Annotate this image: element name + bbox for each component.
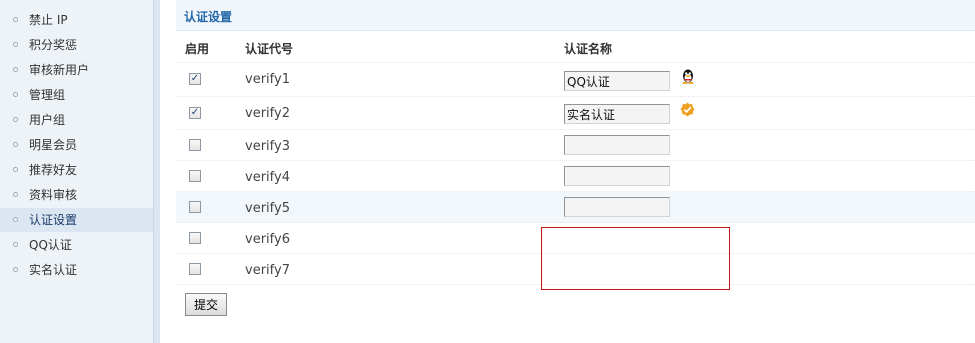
sidebar: 禁止 IP 积分奖惩 审核新用户 管理组 用户组 明星会员 推荐好友 资料审核 … bbox=[0, 0, 153, 343]
section-title: 认证设置 bbox=[184, 10, 233, 24]
enable-checkbox[interactable] bbox=[189, 232, 201, 244]
sidebar-item-label: 实名认证 bbox=[29, 263, 78, 277]
sidebar-item-ban-ip[interactable]: 禁止 IP bbox=[0, 8, 153, 32]
bullet-icon bbox=[13, 17, 18, 22]
enable-checkbox[interactable] bbox=[189, 170, 201, 182]
enable-checkbox[interactable]: ✓ bbox=[189, 73, 201, 85]
sidebar-item-label: 禁止 IP bbox=[29, 13, 68, 27]
bullet-icon bbox=[13, 217, 18, 222]
bullet-icon bbox=[13, 242, 18, 247]
sidebar-item-label: 资料审核 bbox=[29, 188, 78, 202]
sidebar-item-label: QQ认证 bbox=[29, 238, 72, 252]
sidebar-item-qq-verify[interactable]: QQ认证 bbox=[0, 233, 153, 257]
sidebar-item-label: 用户组 bbox=[29, 113, 66, 127]
sidebar-item-review-users[interactable]: 审核新用户 bbox=[0, 58, 153, 82]
bullet-icon bbox=[13, 167, 18, 172]
bullet-icon bbox=[13, 67, 18, 72]
verify-code: verify4 bbox=[245, 170, 290, 185]
verify-code: verify7 bbox=[245, 263, 290, 278]
verify-code: verify5 bbox=[245, 201, 290, 216]
enable-checkbox[interactable] bbox=[189, 201, 201, 213]
sidebar-item-admin-groups[interactable]: 管理组 bbox=[0, 83, 153, 107]
section-header: 认证设置 bbox=[176, 0, 975, 31]
verify-code: verify6 bbox=[245, 232, 290, 247]
qq-penguin-icon bbox=[680, 68, 696, 87]
submit-button[interactable]: 提交 bbox=[185, 293, 227, 316]
verify-code: verify3 bbox=[245, 139, 290, 154]
bullet-icon bbox=[13, 192, 18, 197]
verify-name-input[interactable] bbox=[564, 166, 670, 186]
bullet-icon bbox=[13, 267, 18, 272]
verify-name-input[interactable] bbox=[564, 135, 670, 155]
sidebar-item-user-groups[interactable]: 用户组 bbox=[0, 108, 153, 132]
table-header-row bbox=[176, 32, 975, 63]
bullet-icon bbox=[13, 117, 18, 122]
sidebar-item-label: 明星会员 bbox=[29, 138, 78, 152]
sidebar-item-referrals[interactable]: 推荐好友 bbox=[0, 158, 153, 182]
verify-name-input[interactable] bbox=[564, 104, 670, 124]
sidebar-item-label: 积分奖惩 bbox=[29, 38, 78, 52]
enable-checkbox[interactable] bbox=[189, 139, 201, 151]
sidebar-item-label: 推荐好友 bbox=[29, 163, 78, 177]
sidebar-item-star-members[interactable]: 明星会员 bbox=[0, 133, 153, 157]
bullet-icon bbox=[13, 142, 18, 147]
verify-name-input[interactable] bbox=[564, 71, 670, 91]
sidebar-item-profile-review[interactable]: 资料审核 bbox=[0, 183, 153, 207]
enable-checkbox[interactable] bbox=[189, 263, 201, 275]
bullet-icon bbox=[13, 92, 18, 97]
sidebar-item-realname-verify[interactable]: 实名认证 bbox=[0, 258, 153, 282]
sidebar-item-label: 审核新用户 bbox=[29, 63, 90, 77]
sidebar-item-label: 管理组 bbox=[29, 88, 66, 102]
sidebar-item-label: 认证设置 bbox=[29, 213, 78, 227]
sidebar-item-verify-settings[interactable]: 认证设置 bbox=[0, 208, 153, 232]
verify-code: verify1 bbox=[245, 72, 290, 87]
sidebar-divider bbox=[153, 0, 160, 343]
enable-checkbox[interactable]: ✓ bbox=[189, 107, 201, 119]
highlight-box bbox=[541, 227, 730, 290]
verified-badge-icon bbox=[680, 102, 695, 120]
sidebar-item-credits[interactable]: 积分奖惩 bbox=[0, 33, 153, 57]
verify-name-input[interactable] bbox=[564, 197, 670, 217]
bullet-icon bbox=[13, 42, 18, 47]
verify-code: verify2 bbox=[245, 106, 290, 121]
